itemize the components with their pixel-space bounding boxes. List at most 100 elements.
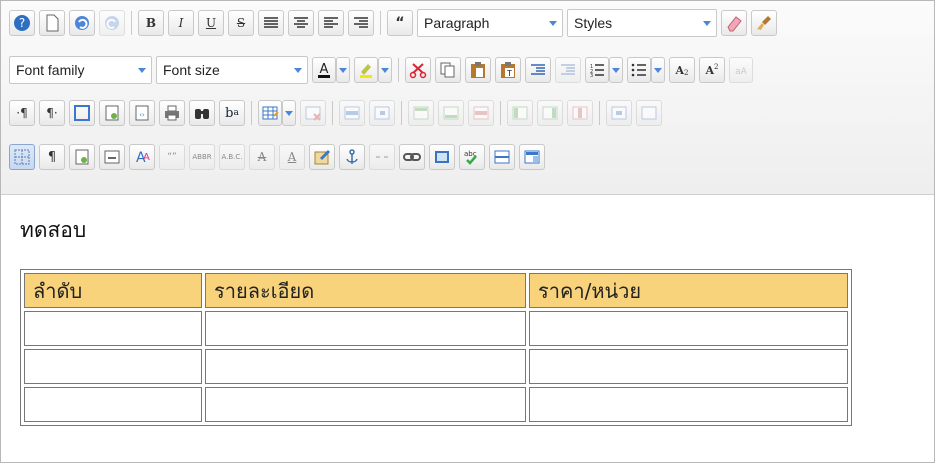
bullet-list-icon[interactable]: [627, 57, 651, 83]
paste-text-icon[interactable]: T: [495, 57, 521, 83]
table-cell[interactable]: [529, 311, 848, 346]
template-icon[interactable]: [69, 144, 95, 170]
table-cell[interactable]: [529, 349, 848, 384]
split-cells-icon[interactable]: [606, 100, 632, 126]
svg-text:‹›: ‹›: [139, 111, 145, 119]
highlight-color-menu-icon[interactable]: [378, 57, 392, 83]
find-icon[interactable]: [189, 100, 215, 126]
delete-row-icon[interactable]: [468, 100, 494, 126]
insert-row-after-icon[interactable]: [438, 100, 464, 126]
table-cell-props-icon[interactable]: [369, 100, 395, 126]
table-cell[interactable]: [529, 387, 848, 422]
table-header-row: ลำดับ รายละเอียด ราคา/หน่วย: [24, 273, 848, 308]
outdent-icon[interactable]: [555, 57, 581, 83]
align-left-icon[interactable]: [318, 10, 344, 36]
table-menu-icon[interactable]: [282, 100, 296, 126]
indent-icon[interactable]: [525, 57, 551, 83]
fullscreen-icon[interactable]: [69, 100, 95, 126]
table-row-props-icon[interactable]: [339, 100, 365, 126]
replace-icon[interactable]: ba: [219, 100, 245, 126]
merge-cells-icon[interactable]: [636, 100, 662, 126]
eraser-icon[interactable]: [721, 10, 747, 36]
horizontal-rule-icon[interactable]: [489, 144, 515, 170]
table-cell[interactable]: [205, 349, 526, 384]
toolbar-separator: [380, 11, 381, 35]
deletion-icon[interactable]: A: [249, 144, 275, 170]
quote-icon[interactable]: “”: [159, 144, 185, 170]
text-color-menu-icon[interactable]: [336, 57, 350, 83]
spellcheck-icon[interactable]: abc: [459, 144, 485, 170]
font-family-dropdown-label: Font family: [16, 62, 85, 78]
insert-column-after-icon[interactable]: [537, 100, 563, 126]
italic-icon[interactable]: I: [168, 10, 194, 36]
rtl-paragraph-icon[interactable]: ¶·: [39, 100, 65, 126]
acronym-icon[interactable]: A.B.C.: [219, 144, 245, 170]
unlink-icon[interactable]: [369, 144, 395, 170]
insert-table-icon[interactable]: [258, 100, 282, 126]
copy-icon[interactable]: [435, 57, 461, 83]
underline-icon[interactable]: U: [198, 10, 224, 36]
new-document-icon[interactable]: [39, 10, 65, 36]
font-family-dropdown[interactable]: Font family: [9, 56, 152, 84]
show-grid-icon[interactable]: [9, 144, 35, 170]
toolbar-separator: [332, 101, 333, 125]
ltr-paragraph-icon[interactable]: ·¶: [9, 100, 35, 126]
link-icon[interactable]: [399, 144, 425, 170]
help-icon[interactable]: ?: [9, 10, 35, 36]
table-cell[interactable]: [24, 311, 202, 346]
table-cell[interactable]: [24, 349, 202, 384]
toolbar-row-4: ¶ AA “” ABBR A.B.C. A A abc: [9, 141, 549, 173]
editor-content-area[interactable]: ทดสอบ ลำดับ รายละเอียด ราคา/หน่วย: [1, 195, 934, 462]
editor-toolbar: ? B I U S “ Paragraph Styles Font family…: [1, 1, 934, 195]
insertion-icon[interactable]: A: [279, 144, 305, 170]
align-center-icon[interactable]: [288, 10, 314, 36]
delete-column-icon[interactable]: [567, 100, 593, 126]
insert-row-before-icon[interactable]: [408, 100, 434, 126]
abbr-icon[interactable]: ABBR: [189, 144, 215, 170]
font-size-dropdown[interactable]: Font size: [156, 56, 308, 84]
source-code-icon[interactable]: ‹›: [129, 100, 155, 126]
format-dropdown[interactable]: Paragraph: [417, 9, 563, 37]
subscript-icon[interactable]: A2: [669, 57, 695, 83]
numbered-list-icon[interactable]: 123: [585, 57, 609, 83]
content-table[interactable]: ลำดับ รายละเอียด ราคา/หน่วย: [20, 269, 852, 426]
text-color-icon[interactable]: A: [312, 57, 336, 83]
language-icon[interactable]: aA: [729, 57, 753, 83]
print-icon[interactable]: [159, 100, 185, 126]
delete-table-icon[interactable]: [300, 100, 326, 126]
toolbar-separator: [599, 101, 600, 125]
highlight-color-icon[interactable]: [354, 57, 378, 83]
content-paragraph[interactable]: ทดสอบ: [20, 214, 86, 247]
redo-icon[interactable]: [99, 10, 125, 36]
preview-icon[interactable]: [99, 100, 125, 126]
cleanup-brush-icon[interactable]: [751, 10, 777, 36]
table-header-cell[interactable]: ราคา/หน่วย: [529, 273, 848, 308]
image-icon[interactable]: [429, 144, 455, 170]
toolbar-separator: [500, 101, 501, 125]
justify-icon[interactable]: [258, 10, 284, 36]
anchor-icon[interactable]: [339, 144, 365, 170]
table-header-cell[interactable]: ลำดับ: [24, 273, 202, 308]
bold-icon[interactable]: B: [138, 10, 164, 36]
table-header-cell[interactable]: รายละเอียด: [205, 273, 526, 308]
superscript-icon[interactable]: A2: [699, 57, 725, 83]
table-cell[interactable]: [24, 387, 202, 422]
table-cell[interactable]: [205, 387, 526, 422]
page-break-icon[interactable]: [99, 144, 125, 170]
attributes-icon[interactable]: [309, 144, 335, 170]
numbered-list-menu-icon[interactable]: [609, 57, 623, 83]
align-right-icon[interactable]: [348, 10, 374, 36]
undo-icon[interactable]: [69, 10, 95, 36]
styles-sheet-icon[interactable]: AA: [129, 144, 155, 170]
insert-column-before-icon[interactable]: [507, 100, 533, 126]
show-blocks-icon[interactable]: ¶: [39, 144, 65, 170]
table-cell[interactable]: [205, 311, 526, 346]
strikethrough-icon[interactable]: S: [228, 10, 254, 36]
paste-icon[interactable]: [465, 57, 491, 83]
cut-icon[interactable]: [405, 57, 431, 83]
blockquote-icon[interactable]: “: [387, 10, 413, 36]
font-size-dropdown-label: Font size: [163, 62, 220, 78]
styles-dropdown[interactable]: Styles: [567, 9, 717, 37]
layer-icon[interactable]: [519, 144, 545, 170]
bullet-list-menu-icon[interactable]: [651, 57, 665, 83]
